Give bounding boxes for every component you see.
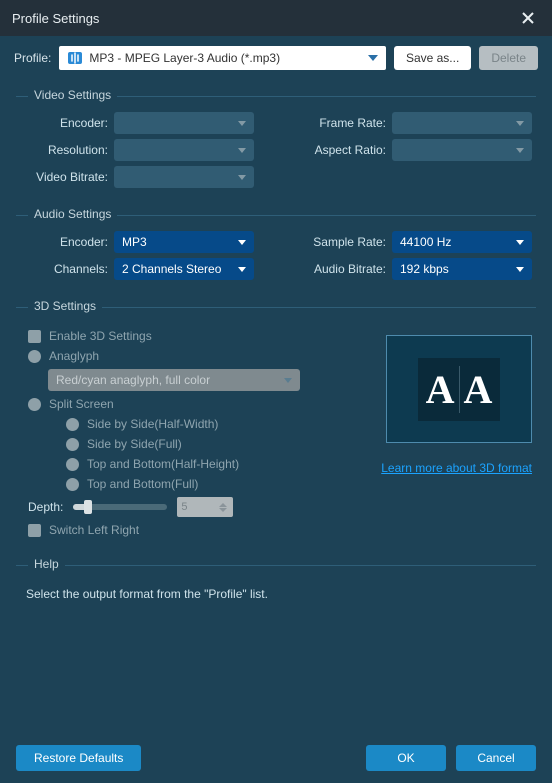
help-title: Help	[28, 557, 65, 571]
channels-select[interactable]: 2 Channels Stereo	[114, 258, 254, 280]
side-half-radio: Side by Side(Half-Width)	[20, 417, 372, 431]
3d-preview: AA	[386, 335, 532, 443]
3d-settings-title: 3D Settings	[28, 299, 102, 313]
radio-icon	[66, 418, 79, 431]
spinner-buttons	[219, 498, 231, 516]
audio-format-icon	[67, 50, 83, 66]
profile-select[interactable]: MP3 - MPEG Layer-3 Audio (*.mp3)	[59, 46, 386, 70]
aspect-ratio-select	[392, 139, 532, 161]
depth-slider	[73, 504, 167, 510]
cancel-button[interactable]: Cancel	[456, 745, 536, 771]
window-title: Profile Settings	[12, 11, 516, 26]
radio-icon	[28, 398, 41, 411]
chevron-down-icon	[516, 121, 524, 126]
checkbox-icon	[28, 330, 41, 343]
chevron-down-icon	[238, 148, 246, 153]
help-text: Select the output format from the "Profi…	[20, 581, 532, 637]
resolution-label: Resolution:	[20, 143, 114, 157]
switch-lr-checkbox: Switch Left Right	[20, 523, 372, 537]
anaglyph-radio: Anaglyph	[20, 349, 372, 363]
video-encoder-select	[114, 112, 254, 134]
radio-icon	[66, 438, 79, 451]
channels-label: Channels:	[20, 262, 114, 276]
radio-icon	[28, 350, 41, 363]
video-bitrate-label: Video Bitrate:	[20, 170, 114, 184]
chevron-down-icon	[516, 267, 524, 272]
profile-label: Profile:	[14, 51, 51, 65]
depth-spinner: 5	[177, 497, 233, 517]
frame-rate-label: Frame Rate:	[296, 116, 392, 130]
side-full-radio: Side by Side(Full)	[20, 437, 372, 451]
divider	[16, 565, 536, 566]
audio-encoder-label: Encoder:	[20, 235, 114, 249]
radio-icon	[66, 478, 79, 491]
delete-button: Delete	[479, 46, 538, 70]
aspect-ratio-label: Aspect Ratio:	[296, 143, 392, 157]
save-as-button[interactable]: Save as...	[394, 46, 471, 70]
learn-more-link[interactable]: Learn more about 3D format	[381, 461, 532, 475]
frame-rate-select	[392, 112, 532, 134]
chevron-down-icon	[516, 148, 524, 153]
ok-button[interactable]: OK	[366, 745, 446, 771]
chevron-down-icon	[238, 175, 246, 180]
sample-rate-label: Sample Rate:	[296, 235, 392, 249]
video-bitrate-select	[114, 166, 254, 188]
profile-select-value: MP3 - MPEG Layer-3 Audio (*.mp3)	[89, 51, 368, 65]
enable-3d-checkbox[interactable]: Enable 3D Settings	[20, 329, 372, 343]
chevron-down-icon	[284, 378, 292, 383]
video-encoder-label: Encoder:	[20, 116, 114, 130]
split-screen-radio: Split Screen	[20, 397, 372, 411]
chevron-down-icon	[238, 121, 246, 126]
checkbox-icon	[28, 524, 41, 537]
anaglyph-mode-select: Red/cyan anaglyph, full color	[48, 369, 300, 391]
close-icon	[522, 12, 534, 24]
sample-rate-select[interactable]: 44100 Hz	[392, 231, 532, 253]
audio-encoder-select[interactable]: MP3	[114, 231, 254, 253]
audio-settings-title: Audio Settings	[28, 207, 117, 221]
radio-icon	[66, 458, 79, 471]
audio-bitrate-select[interactable]: 192 kbps	[392, 258, 532, 280]
chevron-down-icon	[368, 55, 378, 61]
depth-label: Depth:	[28, 500, 63, 514]
tb-half-radio: Top and Bottom(Half-Height)	[20, 457, 372, 471]
chevron-down-icon	[516, 240, 524, 245]
tb-full-radio: Top and Bottom(Full)	[20, 477, 372, 491]
close-button[interactable]	[516, 6, 540, 30]
chevron-down-icon	[238, 240, 246, 245]
chevron-down-icon	[238, 267, 246, 272]
resolution-select	[114, 139, 254, 161]
video-settings-title: Video Settings	[28, 88, 117, 102]
restore-defaults-button[interactable]: Restore Defaults	[16, 745, 141, 771]
audio-bitrate-label: Audio Bitrate:	[296, 262, 392, 276]
